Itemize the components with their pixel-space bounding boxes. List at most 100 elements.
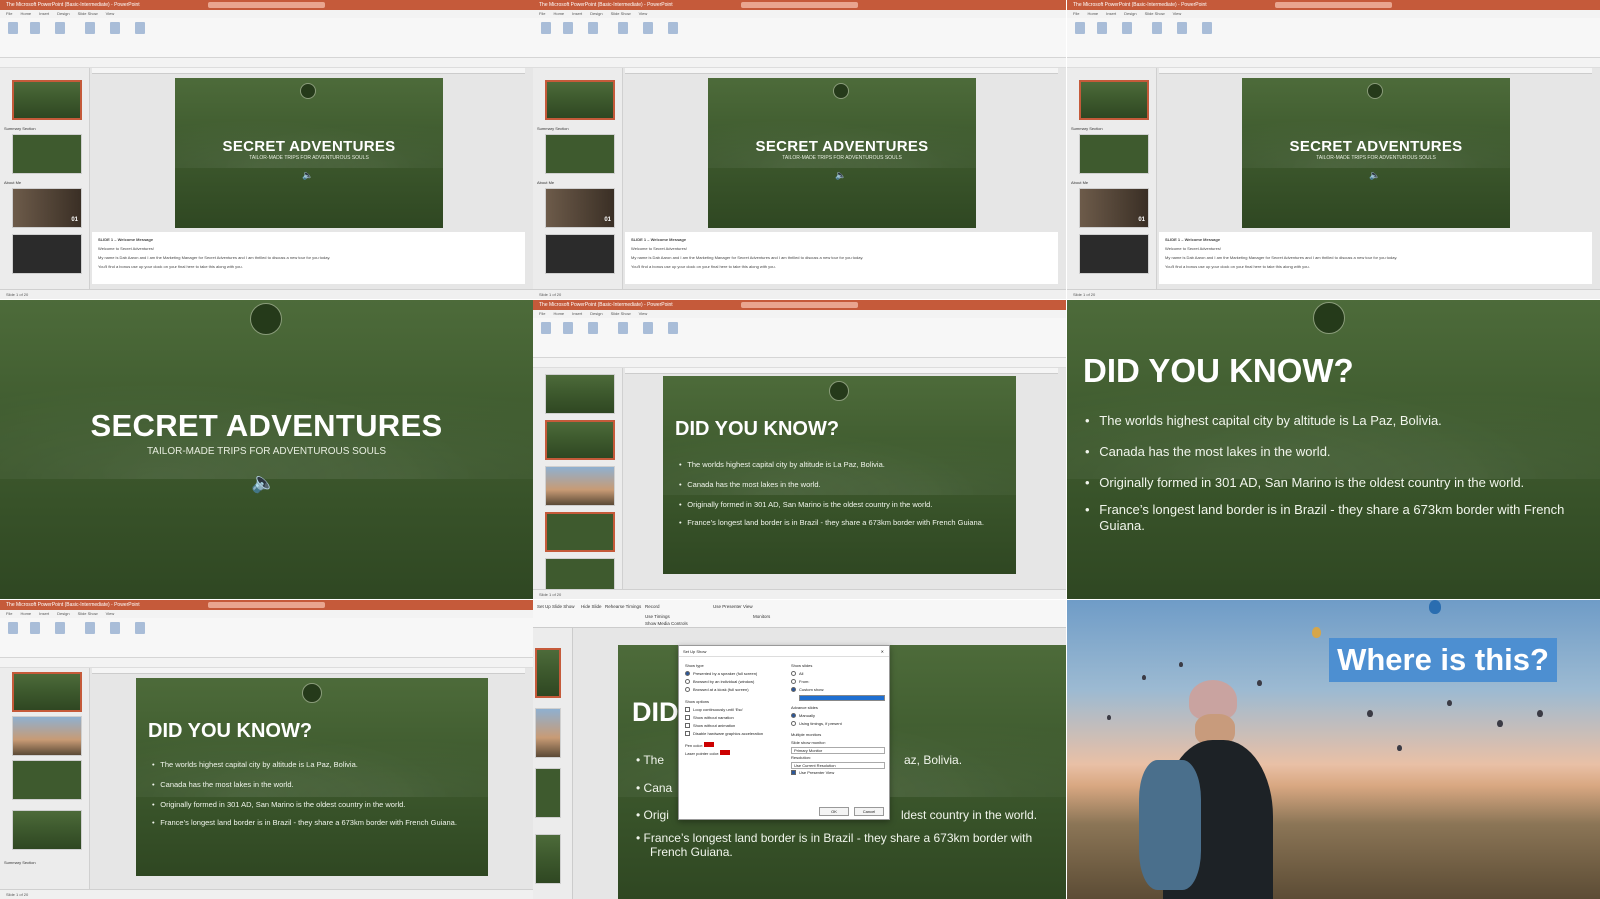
tab-home[interactable]: Home xyxy=(553,311,564,316)
slide-thumbnail-4[interactable] xyxy=(545,512,615,552)
tab-design[interactable]: Design xyxy=(590,311,602,316)
section-label[interactable]: Summary Section xyxy=(4,126,36,131)
tab-view[interactable]: View xyxy=(1173,11,1182,16)
speaker-icon[interactable]: 🔈 xyxy=(251,470,276,495)
ribbon-button-icon[interactable] xyxy=(588,322,598,334)
speaker-icon[interactable]: 🔈 xyxy=(302,170,313,181)
tab-insert[interactable]: Insert xyxy=(39,11,49,16)
tab-file[interactable]: File xyxy=(6,11,12,16)
slide-thumbnail-3[interactable] xyxy=(545,466,615,506)
tab-design[interactable]: Design xyxy=(57,11,69,16)
ribbon-button-icon[interactable] xyxy=(541,22,551,34)
show-type-option[interactable]: Presented by a speaker (full screen) xyxy=(685,670,785,678)
show-option[interactable]: Show without narration xyxy=(685,714,785,722)
slide-thumbnail-2[interactable] xyxy=(1079,134,1149,174)
ribbon-button-icon[interactable] xyxy=(563,22,573,34)
slide-canvas[interactable]: DID YOU KNOW? The worlds highest capital… xyxy=(663,376,1016,574)
ribbon-button-icon[interactable] xyxy=(110,622,120,634)
ribbon-button-icon[interactable] xyxy=(135,22,145,34)
search-box[interactable] xyxy=(207,2,326,8)
cancel-button[interactable]: Cancel xyxy=(854,807,884,816)
slide-canvas[interactable]: DID YOU KNOW? The worlds highest capital… xyxy=(136,678,488,876)
custom-show-select[interactable] xyxy=(799,695,885,701)
ribbon-button-icon[interactable] xyxy=(85,622,95,634)
slide-thumbnail-1[interactable] xyxy=(535,648,561,698)
color-swatch[interactable] xyxy=(720,750,731,755)
advance-option[interactable]: Using timings, if present xyxy=(791,720,885,728)
tab-view[interactable]: View xyxy=(639,311,648,316)
ribbon-button-icon[interactable] xyxy=(55,622,65,634)
ribbon-button-icon[interactable] xyxy=(30,22,40,34)
slideshow-did-you-know[interactable]: DID YOU KNOW? The worlds highest capital… xyxy=(1067,300,1600,599)
show-slides-option[interactable]: All xyxy=(791,670,885,678)
show-option[interactable]: Show without animation xyxy=(685,722,785,730)
show-media-controls-checkbox[interactable]: Show Media Controls xyxy=(645,621,688,626)
slide-thumbnail-2[interactable] xyxy=(545,420,615,460)
slide-thumbnail-2[interactable] xyxy=(12,134,82,174)
ribbon-button-icon[interactable] xyxy=(1122,22,1132,34)
hide-slide-button[interactable]: Hide Slide xyxy=(581,604,602,609)
ribbon-button-icon[interactable] xyxy=(643,322,653,334)
ribbon-button-icon[interactable] xyxy=(618,22,628,34)
color-swatch[interactable] xyxy=(704,742,715,747)
section-label[interactable]: Summary Section xyxy=(537,126,569,131)
slide-thumbnail-1[interactable] xyxy=(545,374,615,414)
ribbon-button-icon[interactable] xyxy=(643,22,653,34)
show-type-option[interactable]: Browsed by an individual (window) xyxy=(685,678,785,686)
ribbon-button-icon[interactable] xyxy=(1202,22,1212,34)
advance-option[interactable]: Manually xyxy=(791,712,885,720)
notes-pane[interactable]: SLIDE 1 – Welcome Message Welcome to Sec… xyxy=(625,232,1058,284)
slide-thumbnail-3[interactable]: 01 xyxy=(545,188,615,228)
slide-thumbnail-3[interactable]: 01 xyxy=(1079,188,1149,228)
slide-thumbnail-3[interactable] xyxy=(12,760,82,800)
speaker-icon[interactable]: 🔈 xyxy=(1369,170,1380,181)
slide-thumbnail-4[interactable] xyxy=(1079,234,1149,274)
slide-canvas[interactable]: SECRET ADVENTURES TAILOR-MADE TRIPS FOR … xyxy=(708,78,976,228)
close-icon[interactable]: ✕ xyxy=(881,646,884,657)
ribbon-button-icon[interactable] xyxy=(110,22,120,34)
tab-file[interactable]: File xyxy=(6,611,12,616)
tab-home[interactable]: Home xyxy=(553,11,564,16)
tab-design[interactable]: Design xyxy=(1124,11,1136,16)
tab-slide-show[interactable]: Slide Show xyxy=(611,11,631,16)
tab-view[interactable]: View xyxy=(639,11,648,16)
slideshow-where-is-this[interactable]: Where is this? xyxy=(1067,600,1600,899)
tab-slide-show[interactable]: Slide Show xyxy=(611,311,631,316)
tab-file[interactable]: File xyxy=(1073,11,1079,16)
ribbon-button-icon[interactable] xyxy=(668,22,678,34)
ribbon-button-icon[interactable] xyxy=(1152,22,1162,34)
pen-color-row[interactable]: Pen color: xyxy=(685,742,785,750)
use-timings-checkbox[interactable]: Use Timings xyxy=(645,614,670,619)
tab-insert[interactable]: Insert xyxy=(1106,11,1116,16)
search-box[interactable] xyxy=(207,602,326,608)
tab-home[interactable]: Home xyxy=(1087,11,1098,16)
tab-home[interactable]: Home xyxy=(20,611,31,616)
ribbon-button-icon[interactable] xyxy=(1075,22,1085,34)
show-slides-option[interactable]: From: xyxy=(791,678,885,686)
slide-thumbnail-4[interactable] xyxy=(12,234,82,274)
slide-canvas[interactable]: SECRET ADVENTURES TAILOR-MADE TRIPS FOR … xyxy=(1242,78,1510,228)
ribbon-button-icon[interactable] xyxy=(55,22,65,34)
resolution-select[interactable]: Use Current Resolution xyxy=(791,762,885,769)
slide-thumbnail-1[interactable] xyxy=(545,80,615,120)
ribbon-button-icon[interactable] xyxy=(563,322,573,334)
section-label[interactable]: About Me xyxy=(4,180,21,185)
slide-thumbnail-4[interactable] xyxy=(535,834,561,884)
ok-button[interactable]: OK xyxy=(819,807,849,816)
slide-canvas[interactable]: SECRET ADVENTURES TAILOR-MADE TRIPS FOR … xyxy=(175,78,443,228)
search-box[interactable] xyxy=(1274,2,1393,8)
ribbon-button-icon[interactable] xyxy=(588,22,598,34)
slide-thumbnail-2[interactable] xyxy=(535,708,561,758)
set-up-slide-show-button[interactable]: Set Up Slide Show xyxy=(537,604,575,609)
tab-view[interactable]: View xyxy=(106,611,115,616)
tab-slide-show[interactable]: Slide Show xyxy=(78,611,98,616)
slide-thumbnail-2[interactable] xyxy=(12,716,82,756)
ribbon-button-icon[interactable] xyxy=(85,22,95,34)
slide-thumbnail-1[interactable] xyxy=(1079,80,1149,120)
tab-file[interactable]: File xyxy=(539,311,545,316)
slide-thumbnail-1[interactable] xyxy=(12,80,82,120)
tab-design[interactable]: Design xyxy=(57,611,69,616)
section-label[interactable]: Summary Section xyxy=(4,860,36,865)
ribbon-button-icon[interactable] xyxy=(30,622,40,634)
tab-view[interactable]: View xyxy=(106,11,115,16)
